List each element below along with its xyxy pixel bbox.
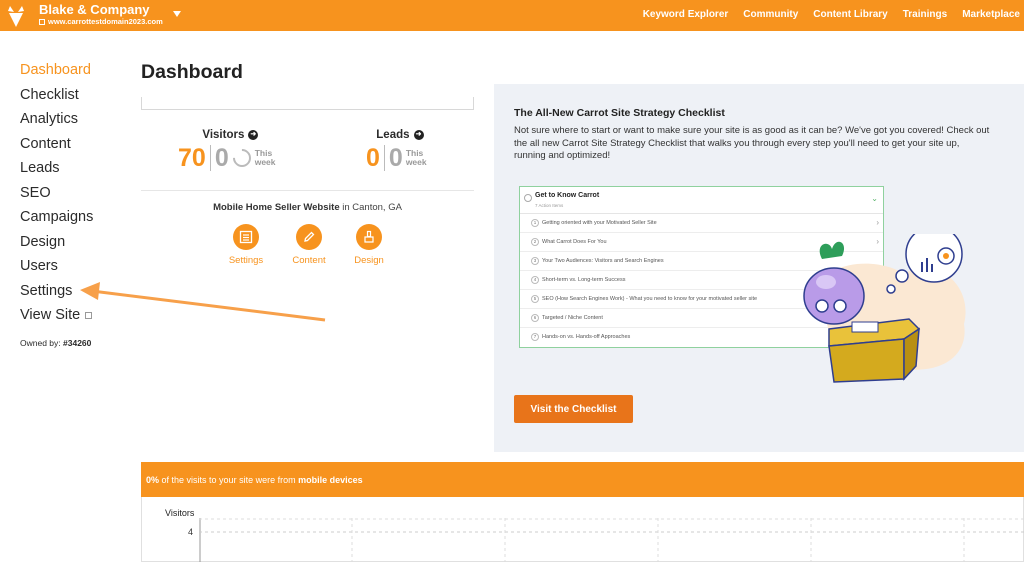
carrot-logo-icon[interactable]	[6, 4, 26, 28]
checklist-promo: The All-New Carrot Site Strategy Checkli…	[494, 84, 1024, 452]
this-week-label: This week	[405, 148, 427, 167]
external-link-icon	[39, 19, 45, 25]
nav-community[interactable]: Community	[743, 9, 798, 20]
chart-ylabel: Visitors	[165, 508, 195, 518]
settings-list-icon	[233, 224, 259, 250]
owned-by: Owned by: #34260	[20, 337, 92, 348]
this-week-label: This week	[254, 148, 276, 167]
site-info: Mobile Home Seller Website in Canton, GA	[141, 202, 474, 213]
arrow-right-icon: ➜	[413, 130, 424, 140]
quick-action-settings[interactable]: Settings	[216, 224, 276, 266]
sidebar-item-campaigns[interactable]: Campaigns	[20, 205, 130, 230]
chevron-down-icon[interactable]	[173, 11, 181, 17]
list-item: 1 Getting oriented with your Motivated Se…	[520, 214, 883, 233]
site-location: in Canton, GA	[342, 202, 402, 213]
nav-trainings[interactable]: Trainings	[903, 9, 947, 20]
site-name: Mobile Home Seller Website	[213, 202, 340, 213]
quick-action-content[interactable]: Content	[279, 224, 339, 266]
top-bar: Blake & Company www.carrottestdomain2023…	[0, 0, 1024, 31]
sidebar-item-label: View Site	[20, 307, 81, 323]
sidebar-item-leads[interactable]: Leads	[20, 156, 130, 181]
visitors-total: 70	[178, 144, 206, 172]
quick-action-label: Settings	[228, 255, 264, 266]
quick-action-label: Design	[354, 255, 384, 266]
sidebar-item-dashboard[interactable]: Dashboard	[20, 58, 130, 83]
visitors-label: Visitors	[202, 129, 245, 141]
loading-spinner-icon	[228, 145, 255, 171]
chart-tick-label: 4	[188, 527, 194, 537]
carrot-mascot-illustration	[803, 234, 966, 383]
mobile-visits-banner: 0% of the visits to your site were from …	[141, 462, 1024, 497]
owner-id: #34260	[63, 337, 92, 348]
visit-checklist-button[interactable]: Visit the Checklist	[514, 395, 633, 423]
preview-subheading: 7 Action Items	[535, 203, 564, 208]
promo-description: Not sure where to start or want to make …	[514, 125, 990, 161]
paint-brush-icon	[356, 224, 382, 250]
sidebar-item-design[interactable]: Design	[20, 230, 130, 255]
arrow-right-icon: ➜	[248, 130, 259, 140]
visitors-this-week: 0	[214, 144, 229, 172]
sidebar-item-seo[interactable]: SEO	[20, 181, 130, 206]
sidebar-item-users[interactable]: Users	[20, 254, 130, 279]
leads-label: Leads	[376, 129, 410, 141]
leads-stat: Leads ➜ 0 0 This week	[366, 129, 434, 172]
sidebar-item-analytics[interactable]: Analytics	[20, 107, 130, 132]
visitors-stat: Visitors ➜ 70 0 This week	[178, 129, 283, 172]
annotation-arrow-icon	[80, 282, 326, 322]
top-nav: Keyword Explorer Community Content Libra…	[643, 9, 1020, 20]
preview-heading: Get to Know Carrot	[535, 192, 600, 199]
quick-action-label: Content	[292, 255, 326, 266]
chevron-down-icon: ⌄	[871, 194, 878, 203]
site-switcher[interactable]: Blake & Company www.carrottestdomain2023…	[39, 3, 163, 27]
page-title: Dashboard	[141, 61, 243, 83]
divider	[141, 190, 474, 191]
nav-marketplace[interactable]: Marketplace	[962, 9, 1020, 20]
visitors-chart-grid	[199, 518, 1024, 562]
company-name: Blake & Company	[39, 2, 150, 17]
nav-keyword-explorer[interactable]: Keyword Explorer	[643, 9, 729, 20]
leads-this-week: 0	[388, 144, 403, 172]
chevron-right-icon: ›	[876, 218, 879, 227]
site-url[interactable]: www.carrottestdomain2023.com	[48, 17, 163, 27]
mobile-percent: 0%	[146, 474, 160, 485]
quick-action-design[interactable]: Design	[339, 224, 399, 266]
divider	[141, 109, 474, 110]
nav-content-library[interactable]: Content Library	[813, 9, 887, 20]
sidebar-item-checklist[interactable]: Checklist	[20, 83, 130, 108]
circle-icon	[524, 194, 532, 202]
sidebar-item-content[interactable]: Content	[20, 132, 130, 157]
promo-title: The All-New Carrot Site Strategy Checkli…	[514, 107, 725, 119]
leads-total: 0	[366, 144, 380, 172]
pencil-icon	[296, 224, 322, 250]
